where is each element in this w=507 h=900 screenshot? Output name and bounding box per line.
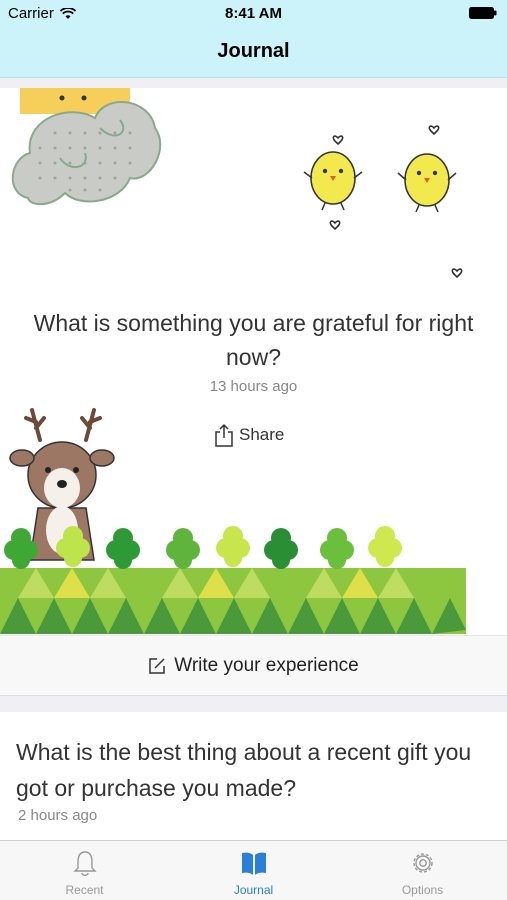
prompt-card[interactable]: What is the best thing about a recent gi… — [0, 712, 507, 840]
tab-options[interactable]: Options — [338, 841, 507, 900]
bell-icon — [72, 851, 97, 876]
prompt-question: What is the best thing about a recent gi… — [16, 739, 472, 801]
chick-left — [303, 151, 363, 211]
tab-recent[interactable]: Recent — [0, 841, 169, 900]
battery-icon — [469, 7, 497, 19]
prompt-timestamp: 2 hours ago — [18, 807, 98, 824]
status-bar: Carrier 8:41 AM — [0, 0, 507, 28]
share-icon — [215, 423, 233, 447]
navigation-header: Carrier 8:41 AM Journal — [0, 0, 507, 78]
book-icon — [241, 852, 266, 875]
tab-label: Options — [401, 883, 444, 897]
clover-row — [4, 526, 402, 569]
gear-icon — [412, 853, 433, 873]
prompt-timestamp: 13 hours ago — [209, 378, 298, 395]
clock: 8:41 AM — [225, 5, 282, 22]
tab-journal[interactable]: Journal — [169, 841, 338, 900]
chicks-illustration — [11, 88, 463, 279]
chick-right — [397, 153, 457, 213]
page-title: Journal — [217, 40, 290, 62]
write-experience-button[interactable]: Write your experience — [0, 635, 507, 695]
share-label: Share — [239, 425, 285, 444]
share-button[interactable]: Share — [214, 420, 284, 450]
tab-label: Recent — [65, 883, 104, 897]
cloud-illustration — [11, 101, 162, 206]
tab-bar: Recent Journal Options — [0, 840, 507, 900]
prompt-card: What is something you are grateful for r… — [0, 88, 507, 696]
prompt-question: What is something you are grateful for r… — [33, 310, 474, 370]
write-experience-label: Write your experience — [174, 655, 359, 676]
tab-label: Journal — [233, 883, 274, 897]
compose-icon — [149, 658, 166, 674]
